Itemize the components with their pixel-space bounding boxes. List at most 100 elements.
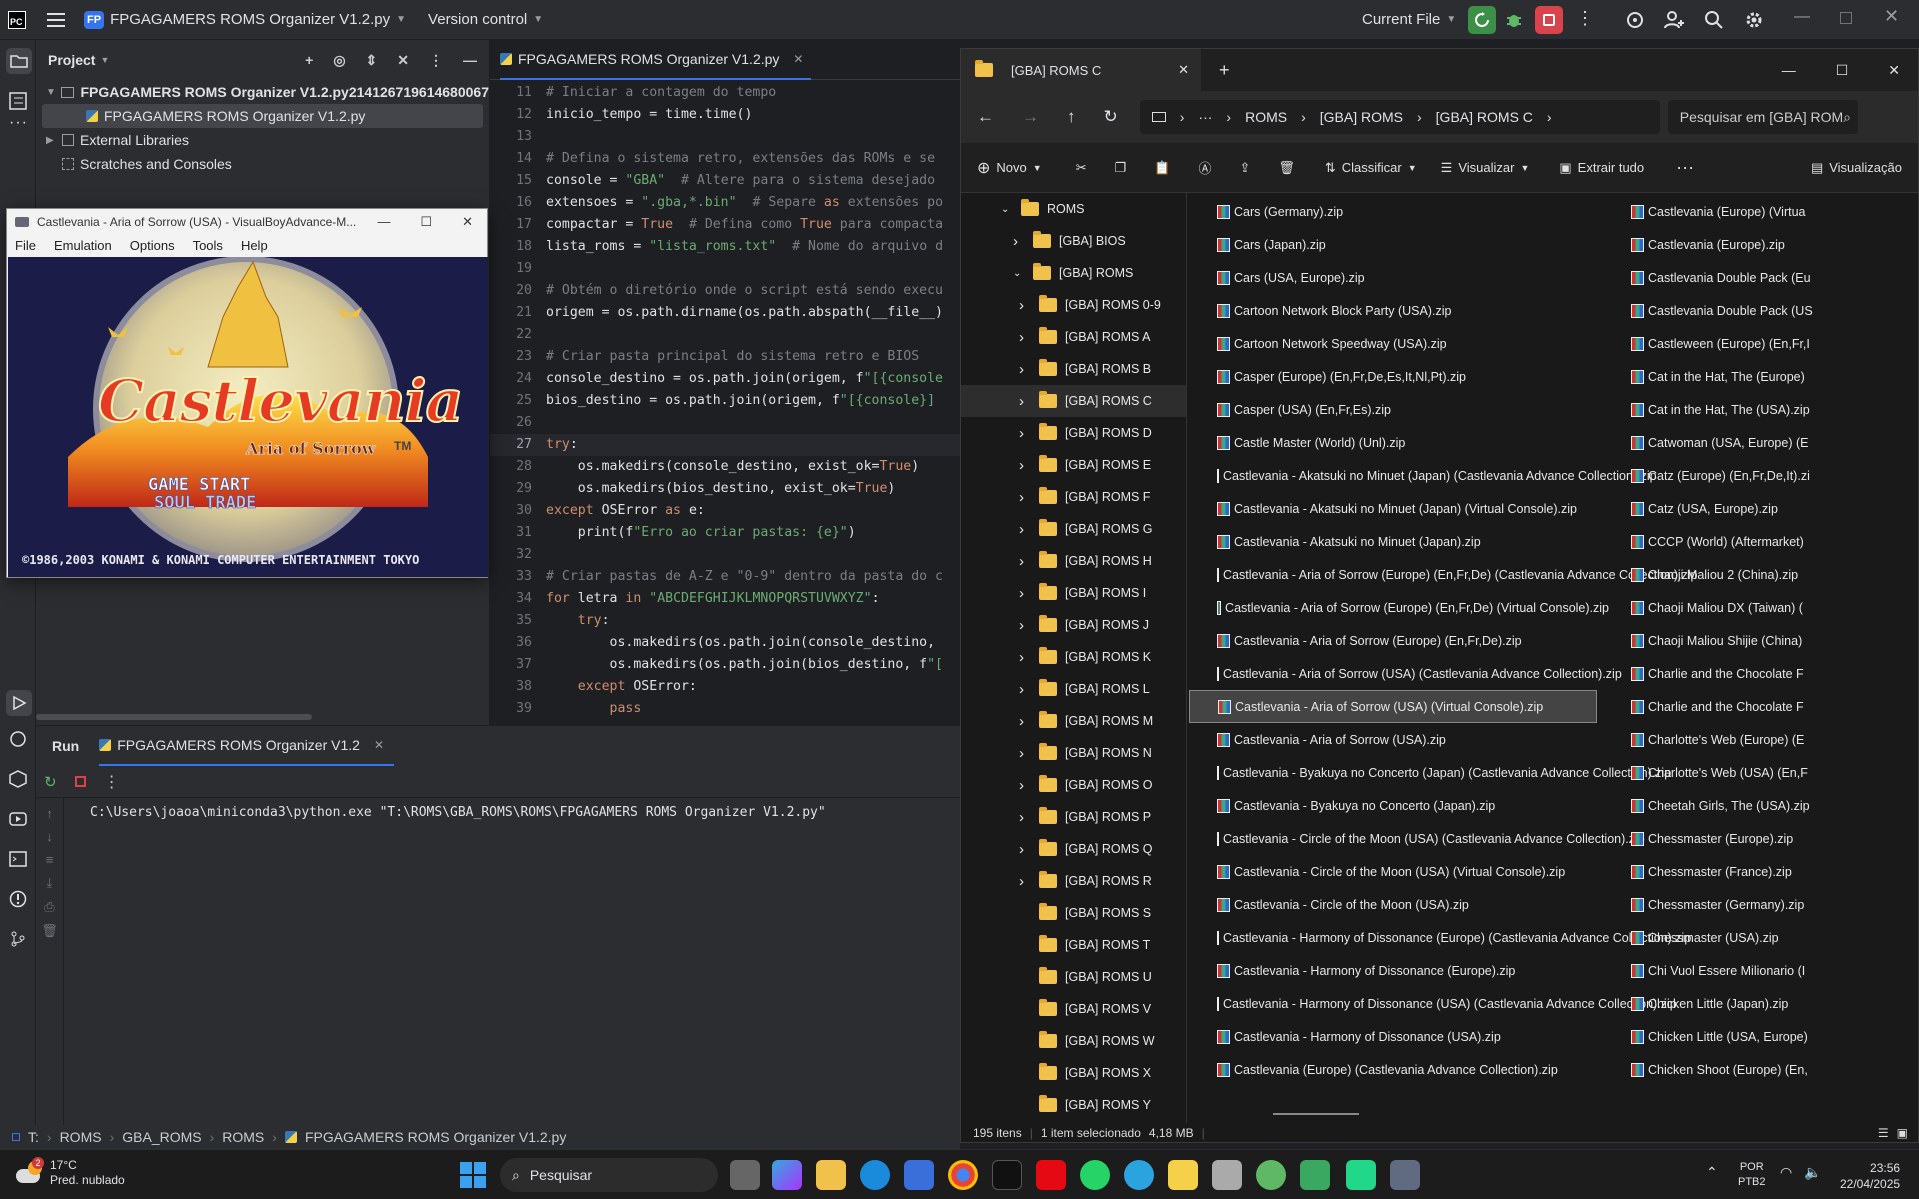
project-tool-folder-icon[interactable] xyxy=(6,48,32,74)
file-item[interactable]: Castlevania - Aria of Sorrow (Europe) (E… xyxy=(1189,624,1609,657)
breadcrumb-item[interactable]: T: xyxy=(28,1129,39,1145)
refresh-icon[interactable]: ↻ xyxy=(1104,107,1118,127)
ai-assistant-icon[interactable] xyxy=(1625,10,1645,30)
new-button[interactable]: ⊕ Novo ▼ xyxy=(977,158,1042,178)
rename-icon[interactable]: Ⓐ xyxy=(1198,158,1211,177)
torrent-icon[interactable] xyxy=(1256,1160,1286,1190)
language-indicator[interactable]: POR PTB2 xyxy=(1738,1160,1766,1190)
stop-icon[interactable] xyxy=(74,776,86,787)
locate-file-icon[interactable]: ◎ xyxy=(333,52,345,69)
close-tab-icon[interactable]: ✕ xyxy=(374,738,384,752)
file-item[interactable]: Chicken Little (USA, Europe) xyxy=(1627,1020,1919,1053)
file-item[interactable]: Charlotte's Web (USA) (En,F xyxy=(1627,756,1919,789)
file-item[interactable]: Chessmaster (Germany).zip xyxy=(1627,888,1919,921)
telegram-icon[interactable] xyxy=(1124,1160,1154,1190)
close-tab-icon[interactable]: ✕ xyxy=(793,52,803,66)
more-actions-icon[interactable]: ⋮ xyxy=(104,772,120,792)
close-window-icon[interactable]: ✕ xyxy=(462,214,473,230)
console-output[interactable]: C:\Users\joaoa\miniconda3\python.exe "T:… xyxy=(90,802,826,824)
file-item[interactable]: Castlevania (Europe) (Virtua xyxy=(1627,195,1919,228)
nav-item[interactable]: [GBA] ROMS X xyxy=(961,1057,1186,1089)
nav-item[interactable]: › [GBA] ROMS O xyxy=(961,769,1186,801)
nav-item[interactable]: [GBA] ROMS W xyxy=(961,1025,1186,1057)
nav-item[interactable]: › [GBA] ROMS F xyxy=(961,481,1186,513)
nav-item[interactable]: [GBA] ROMS S xyxy=(961,897,1186,929)
scroll-to-end-icon[interactable]: ⤓ xyxy=(47,875,53,891)
print-icon[interactable]: ⎙ xyxy=(44,899,54,915)
taskbar-search[interactable]: ⌕ Pesquisar xyxy=(500,1158,718,1192)
back-arrow-icon[interactable]: ← xyxy=(977,107,994,127)
nav-item[interactable]: › [GBA] ROMS H xyxy=(961,545,1186,577)
file-item[interactable]: Cartoon Network Speedway (USA).zip xyxy=(1189,327,1609,360)
search-icon[interactable] xyxy=(1704,10,1724,30)
windows-start-icon[interactable] xyxy=(460,1162,486,1188)
file-item[interactable]: Castlevania - Aria of Sorrow (USA) (Virt… xyxy=(1189,690,1597,723)
file-explorer-app-icon[interactable] xyxy=(816,1160,846,1190)
nav-item[interactable]: › [GBA] ROMS E xyxy=(961,449,1186,481)
file-item[interactable]: Charlotte's Web (Europe) (E xyxy=(1627,723,1919,756)
notes-icon[interactable] xyxy=(1168,1160,1198,1190)
nav-item[interactable]: [GBA] ROMS Y xyxy=(961,1089,1186,1121)
breadcrumb-item[interactable]: FPGAGAMERS ROMS Organizer V1.2.py xyxy=(305,1129,566,1145)
snipping-tool-icon[interactable] xyxy=(1212,1160,1242,1190)
code-area[interactable]: 11 # Iniciar a contagem do tempo 12 inicio_… xyxy=(490,80,960,725)
file-item[interactable]: Cartoon Network Block Party (USA).zip xyxy=(1189,294,1609,327)
file-item[interactable]: Catz (Europe) (En,Fr,De,It).zi xyxy=(1627,459,1919,492)
tiles-view-icon[interactable]: ▣ xyxy=(1897,1126,1908,1140)
whatsapp-icon[interactable] xyxy=(1080,1160,1110,1190)
file-item[interactable]: Chicken Shoot (Europe) (En, xyxy=(1627,1053,1919,1086)
file-item[interactable]: Catz (USA, Europe).zip xyxy=(1627,492,1919,525)
file-item[interactable]: Castlevania Double Pack (US xyxy=(1627,294,1919,327)
settings-gear-icon[interactable] xyxy=(1744,10,1764,30)
nav-item[interactable]: › [GBA] ROMS 0-9 xyxy=(961,289,1186,321)
close-window-icon[interactable]: ✕ xyxy=(1884,6,1899,27)
file-item[interactable]: Castlevania - Byakuya no Concerto (Japan… xyxy=(1189,789,1609,822)
file-item[interactable]: Castlevania - Byakuya no Concerto (Japan… xyxy=(1189,756,1671,789)
store-icon[interactable] xyxy=(904,1160,934,1190)
menu-help[interactable]: Help xyxy=(241,238,268,253)
file-item[interactable]: Castlevania - Harmony of Dissonance (USA… xyxy=(1189,1020,1609,1053)
forward-arrow-icon[interactable]: → xyxy=(1022,107,1039,127)
nav-item[interactable]: › [GBA] ROMS L xyxy=(961,673,1186,705)
rerun-icon[interactable]: ↻ xyxy=(44,773,57,791)
chevron-down-icon[interactable]: ▼ xyxy=(100,55,109,65)
nav-item[interactable]: › [GBA] ROMS P xyxy=(961,801,1186,833)
editor-tab[interactable]: FPGAGAMERS ROMS Organizer V1.2.py ✕ xyxy=(500,40,812,80)
nav-item[interactable]: ⌄ [GBA] ROMS xyxy=(961,257,1186,289)
speaker-icon[interactable]: 🔈 xyxy=(1804,1164,1821,1181)
file-item[interactable]: Catwoman (USA, Europe) (E xyxy=(1627,426,1919,459)
minimize-window-icon[interactable]: — xyxy=(377,214,390,230)
file-item[interactable]: Castlevania - Akatsuki no Minuet (Japan)… xyxy=(1189,525,1609,558)
new-file-icon[interactable]: + xyxy=(305,52,313,69)
python-console-icon[interactable] xyxy=(9,770,27,788)
vcs-menu[interactable]: Version control ▼ xyxy=(428,11,543,28)
minimize-window-icon[interactable]: — xyxy=(1782,62,1796,79)
add-user-icon[interactable] xyxy=(1664,10,1684,30)
nav-item[interactable]: [GBA] ROMS V xyxy=(961,993,1186,1025)
wifi-icon[interactable]: ◠ xyxy=(1780,1164,1792,1181)
file-item[interactable]: Castlevania - Harmony of Dissonance (USA… xyxy=(1189,987,1677,1020)
file-item[interactable]: Castlevania (Europe) (Castlevania Advanc… xyxy=(1189,1053,1609,1086)
extract-all-button[interactable]: ▣ Extrair tudo xyxy=(1559,160,1644,176)
python-packages-icon[interactable] xyxy=(9,730,27,748)
file-item[interactable]: Cars (Japan).zip xyxy=(1189,228,1609,261)
nav-item[interactable]: › [GBA] ROMS J xyxy=(961,609,1186,641)
tree-item-scratches[interactable]: Scratches and Consoles xyxy=(36,152,489,176)
preview-button[interactable]: ▤ Visualização xyxy=(1811,160,1902,176)
paste-icon[interactable]: 📋 xyxy=(1154,160,1170,176)
more-options-icon[interactable]: ··· xyxy=(1676,157,1694,178)
chrome-icon[interactable] xyxy=(948,1160,978,1190)
file-item[interactable]: Castlevania - Circle of the Moon (USA) (… xyxy=(1189,822,1645,855)
weather-widget[interactable]: 2 17°C Pred. nublado xyxy=(14,1157,125,1188)
nav-item[interactable]: › [GBA] ROMS C xyxy=(961,385,1186,417)
file-item[interactable]: Casper (USA) (En,Fr,Es).zip xyxy=(1189,393,1609,426)
menu-options[interactable]: Options xyxy=(130,238,175,253)
visualboyadvance-icon[interactable] xyxy=(1390,1160,1420,1190)
file-item[interactable]: Castlevania - Akatsuki no Minuet (Japan)… xyxy=(1189,492,1609,525)
file-item[interactable]: Castlevania - Akatsuki no Minuet (Japan)… xyxy=(1189,459,1657,492)
file-item[interactable]: Chi Vuol Essere Milionario (I xyxy=(1627,954,1919,987)
task-view-icon[interactable] xyxy=(730,1160,760,1190)
run-config-selector[interactable]: Current File ▼ xyxy=(1362,11,1456,28)
structure-icon[interactable] xyxy=(9,92,27,110)
maximize-window-icon[interactable]: ☐ xyxy=(1836,62,1849,79)
